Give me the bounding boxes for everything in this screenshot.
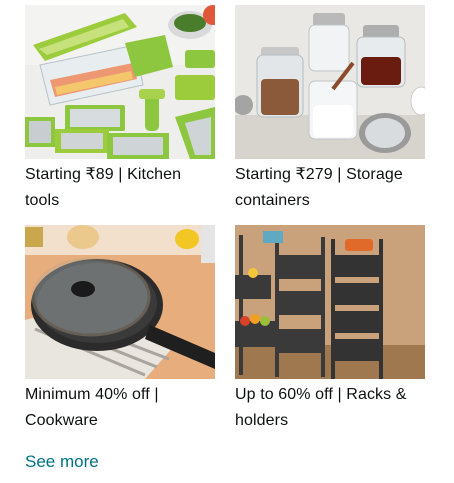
tile-caption[interactable]: Up to 60% off | Racks & holders bbox=[235, 382, 425, 434]
racks-holders-image[interactable] bbox=[235, 225, 425, 379]
tile-racks-holders[interactable]: Up to 60% off | Racks & holders bbox=[235, 225, 425, 434]
tile-caption[interactable]: Starting ₹279 | Storage containers bbox=[235, 162, 425, 214]
tile-cookware[interactable]: Minimum 40% off | Cookware bbox=[25, 225, 215, 434]
deals-card: Starting ₹89 | Kitchen tools Starting ₹2… bbox=[0, 0, 454, 483]
kitchen-tools-image[interactable] bbox=[25, 5, 215, 159]
tile-kitchen-tools[interactable]: Starting ₹89 | Kitchen tools bbox=[25, 5, 215, 214]
cookware-image[interactable] bbox=[25, 225, 215, 379]
tile-caption[interactable]: Minimum 40% off | Cookware bbox=[25, 382, 215, 434]
tile-storage-containers[interactable]: Starting ₹279 | Storage containers bbox=[235, 5, 425, 214]
see-more-link[interactable]: See more bbox=[25, 452, 99, 472]
storage-containers-image[interactable] bbox=[235, 5, 425, 159]
product-grid: Starting ₹89 | Kitchen tools Starting ₹2… bbox=[25, 5, 425, 430]
tile-caption[interactable]: Starting ₹89 | Kitchen tools bbox=[25, 162, 215, 214]
